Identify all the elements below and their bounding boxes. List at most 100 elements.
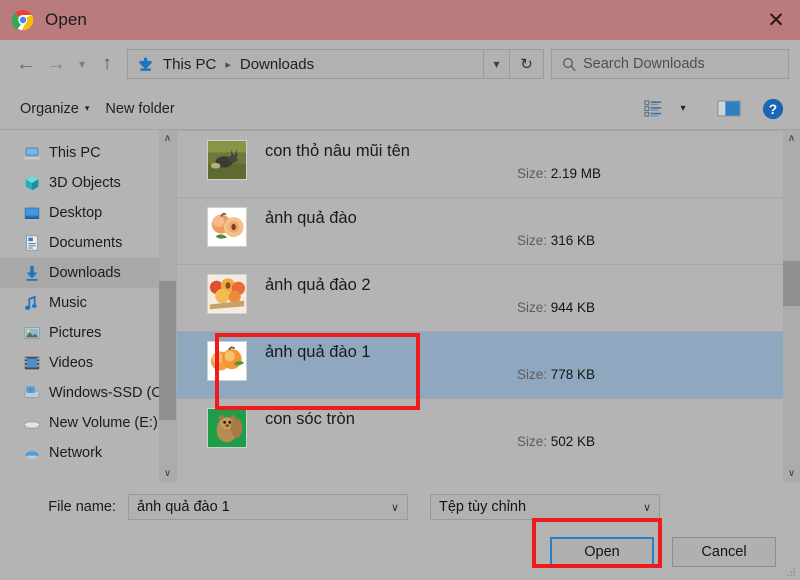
sidebar-item-documents[interactable]: Documents [0, 228, 176, 258]
sidebar-label: This PC [49, 145, 101, 161]
this-pc-icon [22, 144, 41, 163]
new-folder-button[interactable]: New folder [97, 97, 182, 121]
file-scroll-up-button[interactable]: ∧ [783, 130, 800, 147]
drive-icon [22, 414, 41, 433]
close-button[interactable]: ✕ [752, 0, 800, 40]
open-file-dialog: Open ✕ ← → ▾ ↑ This PC ▸ Downloads ▾ ↻ [0, 0, 800, 580]
sidebar-item-new-volume[interactable]: New Volume (E:) [0, 408, 176, 438]
sidebar-scroll-track[interactable] [159, 147, 176, 465]
sidebar-label: Windows-SSD (C [49, 385, 162, 401]
file-name: ảnh quả đào [265, 209, 357, 228]
sidebar-scroll-thumb[interactable] [159, 281, 176, 421]
sidebar-label: Network [49, 445, 102, 461]
chevron-down-icon: ▾ [85, 103, 90, 114]
file-size: Size: 502 KB [517, 434, 595, 449]
breadcrumb-separator: ▸ [218, 58, 238, 71]
music-icon [22, 294, 41, 313]
chrome-icon [12, 9, 34, 31]
size-value: 2.19 MB [551, 166, 601, 181]
refresh-button[interactable]: ↻ [510, 49, 544, 79]
filename-input[interactable]: ảnh quả đào 1 ∨ [128, 494, 408, 520]
sidebar-label: Downloads [49, 265, 121, 281]
sidebar-item-network[interactable]: Network [0, 438, 176, 468]
breadcrumb[interactable]: This PC ▸ Downloads ▾ [127, 49, 510, 79]
videos-icon [22, 354, 41, 373]
file-list: con thỏ nâu mũi tên Size: 2.19 MB [177, 130, 783, 482]
command-toolbar: Organize ▾ New folder ▾ [0, 88, 800, 130]
search-icon [562, 57, 577, 72]
filetype-select[interactable]: Tệp tùy chỉnh ∨ [430, 494, 660, 520]
sidebar-item-3d-objects[interactable]: 3D Objects [0, 168, 176, 198]
navigation-bar: ← → ▾ ↑ This PC ▸ Downloads ▾ ↻ [0, 40, 800, 88]
filetype-dropdown-icon[interactable]: ∨ [635, 495, 659, 519]
sidebar-label: Music [49, 295, 87, 311]
breadcrumb-item-this-pc[interactable]: This PC [161, 56, 218, 73]
file-row-anh-qua-dao-1[interactable]: ảnh quả đào 1 Size: 778 KB [177, 331, 783, 398]
sidebar-item-windows-ssd[interactable]: Windows-SSD (C [0, 378, 176, 408]
3d-objects-icon [22, 174, 41, 193]
sidebar-label: Desktop [49, 205, 102, 221]
forward-button[interactable]: → [41, 49, 71, 79]
sidebar-label: Documents [49, 235, 122, 251]
up-button[interactable]: ↑ [93, 49, 121, 79]
open-button[interactable]: Open [550, 537, 654, 567]
file-scroll-thumb[interactable] [783, 261, 800, 306]
cancel-button[interactable]: Cancel [672, 537, 776, 567]
view-options-caret-icon[interactable]: ▾ [668, 94, 698, 124]
size-prefix: Size: [517, 233, 547, 248]
file-scroll-track[interactable] [783, 147, 800, 465]
organize-label: Organize [20, 101, 79, 117]
title-bar: Open ✕ [0, 0, 800, 40]
search-placeholder: Search Downloads [583, 56, 705, 72]
sidebar-label: Videos [49, 355, 93, 371]
dialog-buttons: Open Cancel [16, 537, 784, 567]
help-icon[interactable]: ? [758, 94, 788, 124]
sidebar-list: This PC 3D Objects [0, 130, 176, 468]
sidebar-label: 3D Objects [49, 175, 121, 191]
breadcrumb-dropdown-icon[interactable]: ▾ [483, 50, 509, 78]
file-row-anh-qua-dao-2[interactable]: ảnh quả đào 2 Size: 944 KB [177, 264, 783, 331]
svg-text:?: ? [769, 102, 777, 117]
file-name: con thỏ nâu mũi tên [265, 142, 410, 161]
file-scroll-down-button[interactable]: ∨ [783, 465, 800, 482]
network-icon [22, 444, 41, 463]
sidebar-scrollbar[interactable]: ∧ ∨ [159, 130, 176, 482]
file-row-anh-qua-dao[interactable]: ảnh quả đào Size: 316 KB [177, 197, 783, 264]
downloads-arrow-icon [137, 56, 154, 73]
sidebar-label: Pictures [49, 325, 101, 341]
sidebar-item-downloads[interactable]: Downloads [0, 258, 176, 288]
new-folder-label: New folder [105, 101, 174, 117]
file-size: Size: 316 KB [517, 233, 595, 248]
sidebar-item-music[interactable]: Music [0, 288, 176, 318]
filetype-value: Tệp tùy chỉnh [431, 499, 635, 515]
recent-locations-button[interactable]: ▾ [71, 49, 93, 79]
preview-pane-icon[interactable] [714, 94, 744, 124]
search-box[interactable]: Search Downloads [551, 49, 789, 79]
file-row-con-soc-tron[interactable]: con sóc tròn Size: 502 KB [177, 398, 783, 465]
resize-grip[interactable] [786, 567, 796, 577]
downloads-icon [22, 264, 41, 283]
size-prefix: Size: [517, 166, 547, 181]
size-value: 944 KB [551, 300, 595, 315]
size-value: 778 KB [551, 367, 595, 382]
sidebar-scroll-down-button[interactable]: ∨ [159, 465, 176, 482]
sidebar-item-desktop[interactable]: Desktop [0, 198, 176, 228]
file-list-scrollbar[interactable]: ∧ ∨ [783, 130, 800, 482]
file-name: ảnh quả đào 1 [265, 343, 371, 362]
sidebar-scroll-up-button[interactable]: ∧ [159, 130, 176, 147]
sidebar-item-this-pc[interactable]: This PC [0, 138, 176, 168]
back-button[interactable]: ← [11, 49, 41, 79]
sidebar-item-pictures[interactable]: Pictures [0, 318, 176, 348]
list-view-icon[interactable] [638, 94, 668, 124]
organize-button[interactable]: Organize ▾ [12, 97, 97, 121]
size-value: 502 KB [551, 434, 595, 449]
filename-dropdown-icon[interactable]: ∨ [383, 495, 407, 519]
file-row-con-tho-nau-mui-ten[interactable]: con thỏ nâu mũi tên Size: 2.19 MB [177, 130, 783, 197]
size-prefix: Size: [517, 434, 547, 449]
sidebar-item-videos[interactable]: Videos [0, 348, 176, 378]
file-name: con sóc tròn [265, 410, 355, 429]
filename-row: File name: ảnh quả đào 1 ∨ Tệp tùy chỉnh… [16, 482, 784, 520]
peach1-thumb [207, 341, 247, 381]
file-size: Size: 778 KB [517, 367, 595, 382]
breadcrumb-item-downloads[interactable]: Downloads [238, 56, 316, 73]
